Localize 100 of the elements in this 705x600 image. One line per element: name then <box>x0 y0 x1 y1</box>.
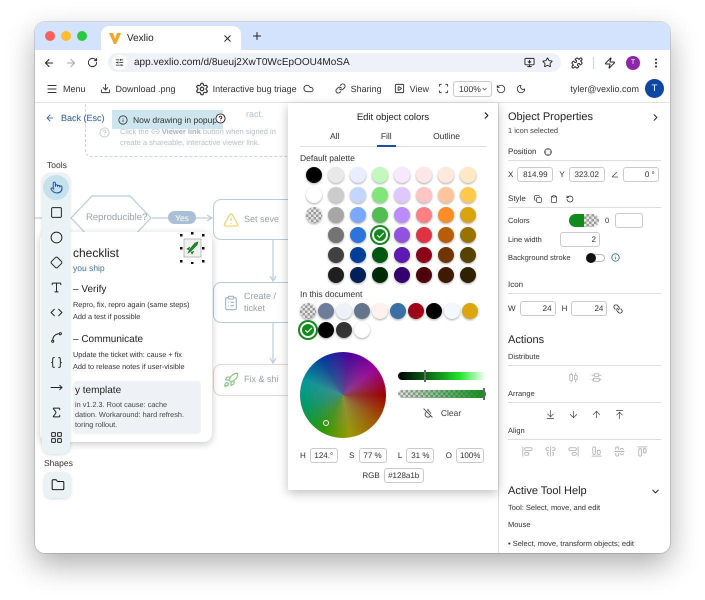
color-swatch[interactable] <box>462 303 478 319</box>
color-swatch[interactable] <box>372 227 388 243</box>
moon-icon[interactable] <box>516 84 526 94</box>
color-swatch[interactable] <box>328 207 344 223</box>
color-swatch[interactable] <box>416 187 432 203</box>
settings-icon[interactable] <box>194 82 209 96</box>
color-swatch[interactable] <box>336 322 352 338</box>
color-tab[interactable]: Outline <box>429 129 464 147</box>
chain-link-icon[interactable] <box>613 304 624 314</box>
action-button[interactable] <box>590 409 602 420</box>
reset-icon[interactable] <box>566 194 574 202</box>
color-swatch[interactable] <box>460 267 476 283</box>
color-swatch[interactable] <box>438 227 454 243</box>
color-swatch[interactable] <box>350 187 366 203</box>
shapes-button[interactable] <box>44 472 71 498</box>
color-swatch[interactable] <box>416 227 432 243</box>
rgb-field[interactable]: #128a1b <box>384 468 424 483</box>
color-swatch[interactable] <box>460 227 476 243</box>
color-swatch[interactable] <box>460 167 476 183</box>
action-button[interactable] <box>614 409 624 420</box>
color-swatch[interactable] <box>336 303 352 319</box>
color-swatch[interactable] <box>350 167 366 183</box>
clipboard-icon[interactable] <box>550 194 558 202</box>
value-field[interactable]: 24 <box>520 301 556 316</box>
back-icon[interactable] <box>43 56 55 68</box>
color-swatch[interactable] <box>444 303 460 319</box>
reset-icon[interactable] <box>496 84 506 94</box>
color-swatch[interactable] <box>390 303 406 319</box>
address-bar[interactable]: app.vexlio.com/d/8ueuj2XwT0WcEpOOU4MoSA <box>108 53 561 72</box>
color-swatch[interactable] <box>372 303 388 319</box>
color-swatch[interactable] <box>328 187 344 203</box>
zoom-window-dot[interactable] <box>77 31 87 41</box>
color-swatch[interactable] <box>438 207 454 223</box>
slider-thumb[interactable] <box>424 370 426 382</box>
close-icon[interactable] <box>222 32 233 44</box>
color-swatch[interactable] <box>300 322 316 338</box>
color-swatch[interactable] <box>394 187 410 203</box>
clear-button[interactable]: Clear <box>398 408 486 418</box>
color-swatch[interactable] <box>408 303 424 319</box>
color-swatch[interactable] <box>350 247 366 263</box>
color-swatch[interactable] <box>318 303 334 319</box>
info-icon[interactable] <box>610 253 620 262</box>
tool-button[interactable] <box>43 175 69 200</box>
value-field[interactable]: 814.99 <box>517 167 554 182</box>
user-avatar[interactable]: T <box>645 79 664 98</box>
value-field[interactable]: 124.° <box>310 448 338 463</box>
color-swatch[interactable] <box>328 247 344 263</box>
minimize-window-dot[interactable] <box>61 31 71 41</box>
browser-tab[interactable]: Vexlio <box>101 26 241 50</box>
color-swatch[interactable] <box>328 267 344 283</box>
value-field[interactable]: 77 % <box>358 448 387 463</box>
help-icon[interactable] <box>215 113 226 124</box>
transparent-swatch[interactable] <box>306 207 322 223</box>
view-button[interactable]: View <box>390 81 432 96</box>
color-swatch[interactable] <box>354 303 370 319</box>
action-button[interactable] <box>544 409 556 420</box>
transparent-swatch[interactable] <box>300 303 316 319</box>
color-swatch[interactable] <box>438 187 454 203</box>
color-swatch[interactable] <box>306 167 322 183</box>
color-swatch[interactable] <box>372 167 388 183</box>
color-swatch[interactable] <box>394 267 410 283</box>
copy-icon[interactable] <box>534 194 542 202</box>
crosshair-icon[interactable] <box>544 148 552 156</box>
download-button[interactable]: Download .png <box>96 81 179 96</box>
new-tab-icon[interactable] <box>251 30 263 42</box>
color-swatch[interactable] <box>372 247 388 263</box>
fit-screen-icon[interactable] <box>438 83 450 94</box>
color-swatch[interactable] <box>438 247 454 263</box>
value-field[interactable] <box>615 213 644 228</box>
color-swatch[interactable] <box>416 267 432 283</box>
toggle-switch[interactable] <box>586 254 605 262</box>
color-swatch[interactable] <box>394 247 410 263</box>
color-swatch[interactable] <box>328 167 344 183</box>
zoom-select[interactable]: 100% <box>453 80 492 96</box>
document-title[interactable]: Interactive bug triage <box>212 84 297 94</box>
color-swatch[interactable] <box>394 227 410 243</box>
color-swatch[interactable] <box>372 187 388 203</box>
color-swatch[interactable] <box>318 322 334 338</box>
help-header[interactable]: Active Tool Help <box>508 485 661 497</box>
color-swatch[interactable] <box>372 267 388 283</box>
color-swatch[interactable] <box>372 207 388 223</box>
color-swatch[interactable] <box>416 247 432 263</box>
color-swatch[interactable] <box>350 227 366 243</box>
action-button[interactable] <box>568 409 578 420</box>
site-settings-icon[interactable] <box>115 58 124 67</box>
color-swatch[interactable] <box>438 267 454 283</box>
color-tab[interactable]: All <box>326 129 344 147</box>
color-swatch[interactable] <box>350 207 366 223</box>
value-field[interactable]: 100% <box>456 448 484 463</box>
value-field[interactable]: 2 <box>560 232 600 247</box>
color-swatch[interactable] <box>328 227 344 243</box>
color-swatch[interactable] <box>416 207 432 223</box>
color-swatch[interactable] <box>460 247 476 263</box>
cloud-icon[interactable] <box>302 83 314 94</box>
color-swatch[interactable] <box>416 167 432 183</box>
bookmark-star-icon[interactable] <box>542 57 553 68</box>
color-swatch[interactable] <box>306 187 322 203</box>
value-field[interactable]: 323.02 <box>568 167 605 182</box>
value-field[interactable]: 31 % <box>406 448 434 463</box>
color-tab[interactable]: Fill <box>376 129 396 147</box>
